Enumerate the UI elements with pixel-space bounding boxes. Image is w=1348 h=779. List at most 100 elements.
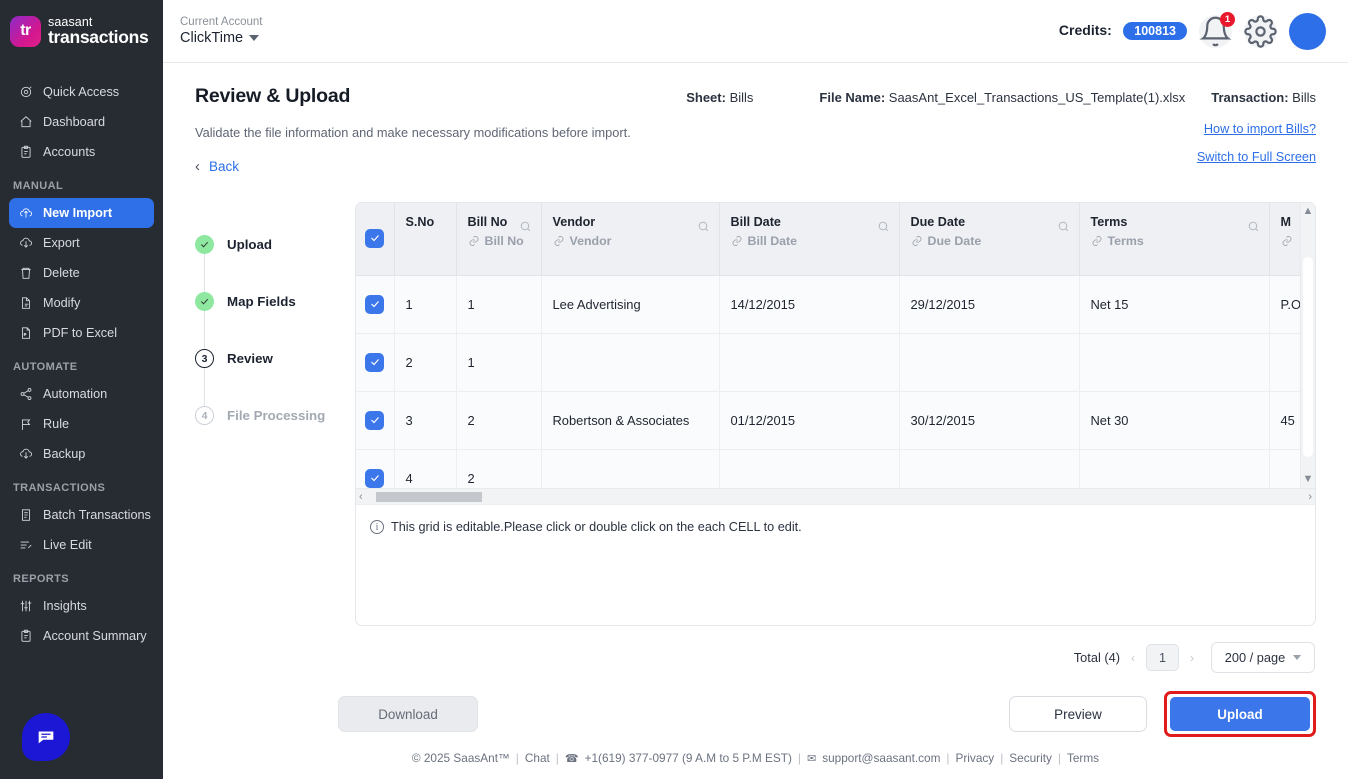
horizontal-scroll-thumb[interactable] (376, 491, 482, 502)
sidebar-item-export[interactable]: Export (9, 228, 154, 258)
cell-bill-no[interactable]: 2 (456, 391, 542, 450)
cell-bill-no[interactable]: 1 (456, 275, 542, 334)
column-search-icon[interactable] (697, 220, 710, 233)
cell-vendor[interactable] (541, 449, 720, 488)
notifications-button[interactable]: 1 (1199, 11, 1235, 48)
scroll-down-icon[interactable]: ▼ (1303, 474, 1314, 485)
step-label: Review (227, 351, 273, 366)
column-search-icon[interactable] (519, 220, 532, 233)
sidebar-item-rule[interactable]: Rule (9, 409, 154, 439)
horizontal-scrollbar[interactable]: ‹ › (356, 488, 1315, 504)
cell-terms[interactable]: Net 30 (1079, 391, 1270, 450)
cell-vendor[interactable]: Lee Advertising (541, 275, 720, 334)
sidebar-item-new-import[interactable]: New Import (9, 198, 154, 228)
scroll-right-icon[interactable]: › (1308, 491, 1312, 503)
user-avatar[interactable] (1289, 12, 1326, 50)
download-button[interactable]: Download (338, 696, 478, 732)
current-account-selector[interactable]: Current Account ClickTime (180, 16, 262, 47)
sidebar-item-dashboard[interactable]: Dashboard (9, 107, 154, 137)
cell-terms[interactable] (1079, 449, 1270, 488)
prev-page-button[interactable]: ‹ (1131, 651, 1135, 665)
cell-sno[interactable]: 3 (394, 391, 457, 450)
sidebar-item-pdf-to-excel[interactable]: PDF to Excel (9, 318, 154, 348)
table-row[interactable]: 1 1 Lee Advertising 14/12/2015 29/12/201… (356, 275, 1315, 334)
upload-button[interactable]: Upload (1170, 697, 1310, 731)
cell-due-date[interactable] (899, 449, 1080, 488)
sidebar-item-automation[interactable]: Automation (9, 379, 154, 409)
sidebar-item-delete[interactable]: Delete (9, 258, 154, 288)
cell-terms[interactable]: Net 15 (1079, 275, 1270, 334)
how-to-import-link[interactable]: How to import Bills? (1197, 122, 1316, 136)
column-header-terms[interactable]: Terms Terms (1079, 203, 1270, 276)
cell-bill-date[interactable] (719, 333, 900, 392)
column-header-due-date[interactable]: Due Date Due Date (899, 203, 1080, 276)
sidebar-item-insights[interactable]: Insights (9, 591, 154, 621)
cell-due-date[interactable]: 29/12/2015 (899, 275, 1080, 334)
cell-sno[interactable]: 1 (394, 275, 457, 334)
brand-logo-area[interactable]: tr saasant transactions (0, 0, 163, 63)
cell-due-date[interactable]: 30/12/2015 (899, 391, 1080, 450)
column-header-vendor[interactable]: Vendor Vendor (541, 203, 720, 276)
select-all-header[interactable] (356, 203, 395, 276)
switch-fullscreen-link[interactable]: Switch to Full Screen (1197, 150, 1316, 164)
cell-bill-date[interactable]: 14/12/2015 (719, 275, 900, 334)
vertical-scrollbar[interactable]: ▲ ▼ (1300, 203, 1315, 488)
sidebar-item-modify[interactable]: Modify (9, 288, 154, 318)
row-checkbox[interactable] (365, 410, 385, 430)
current-account-value-row[interactable]: ClickTime (180, 30, 262, 47)
footer-email[interactable]: support@saasant.com (822, 751, 940, 765)
data-grid-scroll[interactable]: S.No Bill No Bill No Vendor Vendor Bill … (356, 203, 1315, 488)
sidebar-item-batch-transactions[interactable]: Batch Transactions (9, 500, 154, 530)
preview-button[interactable]: Preview (1009, 696, 1147, 732)
row-checkbox[interactable] (365, 468, 385, 488)
cell-sno[interactable]: 4 (394, 449, 457, 488)
sidebar-item-account-summary[interactable]: Account Summary (9, 621, 154, 651)
sidebar-item-accounts[interactable]: Accounts (9, 137, 154, 167)
cell-sno[interactable]: 2 (394, 333, 457, 392)
cell-bill-date[interactable]: 01/12/2015 (719, 391, 900, 450)
row-select-cell[interactable] (356, 333, 395, 392)
column-search-icon[interactable] (1247, 220, 1260, 233)
footer-terms-link[interactable]: Terms (1067, 751, 1099, 765)
cell-terms[interactable] (1079, 333, 1270, 392)
cell-vendor[interactable] (541, 333, 720, 392)
table-row[interactable]: 2 1 (356, 333, 1315, 392)
cell-bill-date[interactable] (719, 449, 900, 488)
footer-security-link[interactable]: Security (1009, 751, 1052, 765)
footer-privacy-link[interactable]: Privacy (956, 751, 995, 765)
sidebar-item-backup[interactable]: Backup (9, 439, 154, 469)
column-header-sno[interactable]: S.No (394, 203, 457, 276)
row-select-cell[interactable] (356, 449, 395, 488)
scroll-up-icon[interactable]: ▲ (1303, 206, 1314, 217)
sidebar-item-quick-access[interactable]: Quick Access (9, 77, 154, 107)
row-checkbox[interactable] (365, 352, 385, 372)
column-search-icon[interactable] (877, 220, 890, 233)
footer-chat-link[interactable]: Chat (525, 751, 550, 765)
row-select-cell[interactable] (356, 275, 395, 334)
step-review[interactable]: 3 Review (195, 330, 355, 415)
cell-due-date[interactable] (899, 333, 1080, 392)
chat-widget-button[interactable] (22, 713, 70, 761)
table-row[interactable]: 4 2 (356, 449, 1315, 488)
cell-bill-no[interactable]: 1 (456, 333, 542, 392)
row-checkbox[interactable] (365, 294, 385, 314)
step-upload[interactable]: Upload (195, 216, 355, 301)
cell-vendor[interactable]: Robertson & Associates (541, 391, 720, 450)
column-header-bill-no[interactable]: Bill No Bill No (456, 203, 542, 276)
chevron-down-icon[interactable] (249, 35, 260, 42)
current-page-number[interactable]: 1 (1146, 644, 1179, 671)
table-row[interactable]: 3 2 Robertson & Associates 01/12/2015 30… (356, 391, 1315, 450)
page-size-select[interactable]: 200 / page (1211, 642, 1315, 673)
select-all-checkbox[interactable] (365, 228, 385, 248)
settings-button[interactable] (1244, 14, 1277, 48)
vertical-scroll-thumb[interactable] (1303, 257, 1313, 457)
scroll-left-icon[interactable]: ‹ (359, 491, 363, 503)
column-header-bill-date[interactable]: Bill Date Bill Date (719, 203, 900, 276)
back-button[interactable]: ‹ Back (195, 159, 239, 174)
step-map-fields[interactable]: Map Fields (195, 273, 355, 358)
row-select-cell[interactable] (356, 391, 395, 450)
column-search-icon[interactable] (1057, 220, 1070, 233)
sidebar-item-live-edit[interactable]: Live Edit (9, 530, 154, 560)
next-page-button[interactable]: › (1190, 651, 1194, 665)
cell-bill-no[interactable]: 2 (456, 449, 542, 488)
